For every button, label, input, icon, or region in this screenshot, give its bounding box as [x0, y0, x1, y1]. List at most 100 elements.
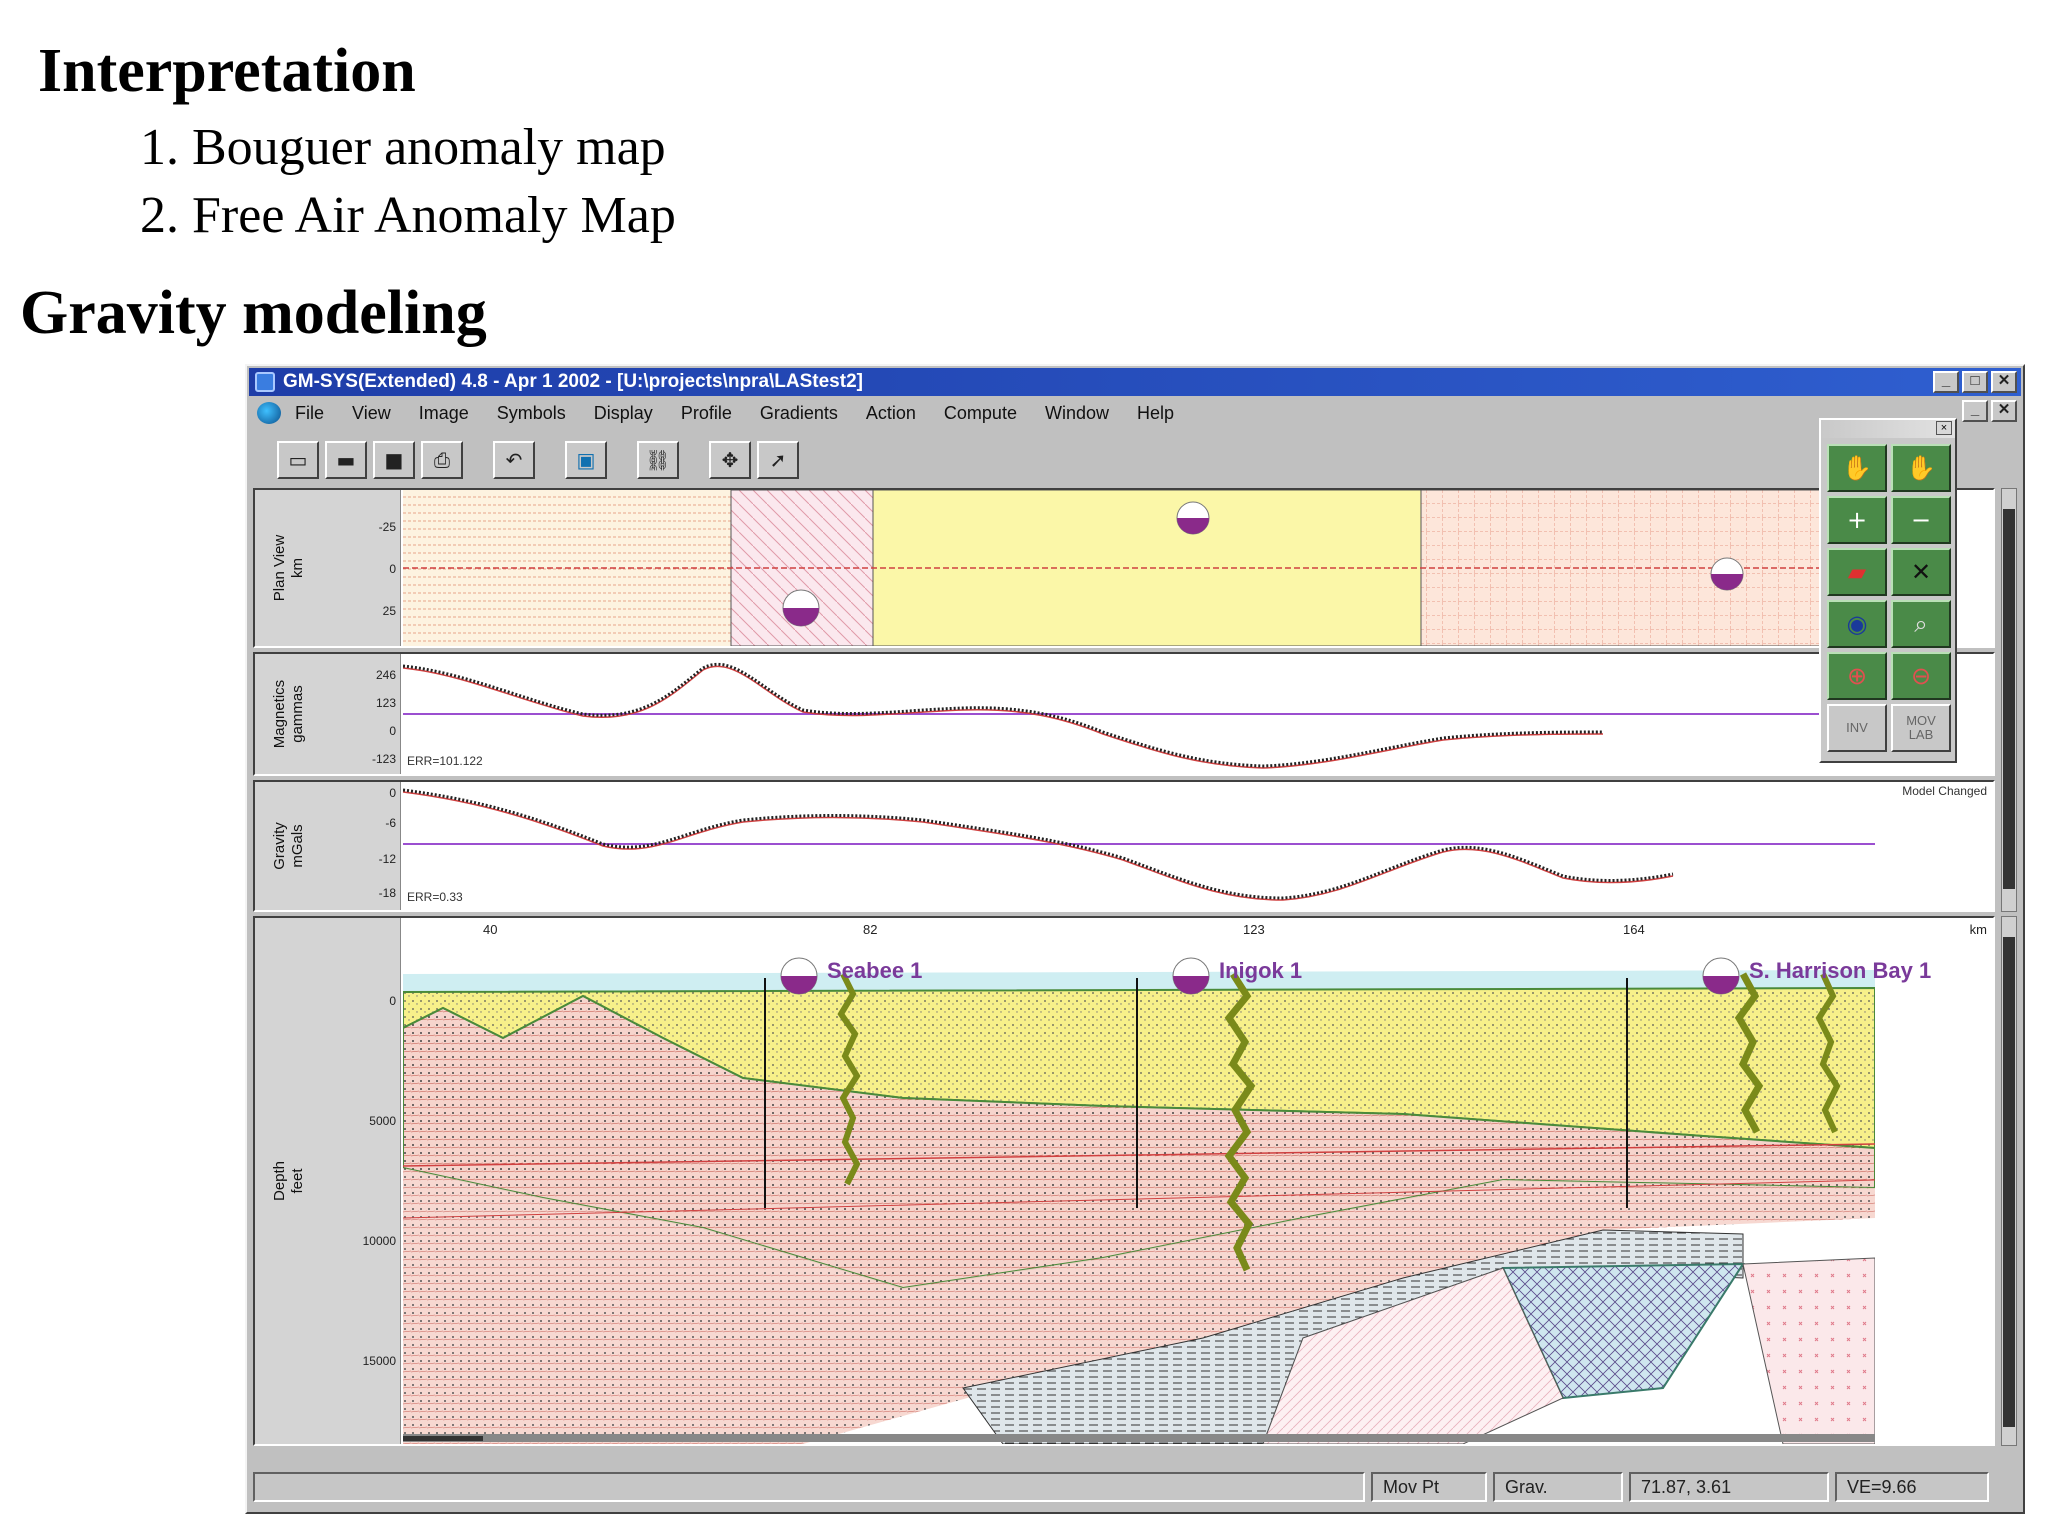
zoom-out-icon[interactable]: ⊖	[1891, 652, 1951, 700]
gravity-panel: Gravity mGals 0 -6 -12 -18 ERR=0.33 Model…	[253, 780, 1995, 912]
remove-point-icon[interactable]: −	[1891, 496, 1951, 544]
magnetics-plot[interactable]: ERR=101.122	[403, 654, 1993, 774]
tick-label: -123	[371, 752, 396, 766]
gravity-plot[interactable]: ERR=0.33 Model Changed	[403, 782, 1993, 910]
tool-palette: × ✋ ✋ + − ▰ ✕ ◉ ⌕ ⊕ ⊖ INV MOV LAB	[1819, 418, 1957, 763]
gravity-svg	[403, 788, 1875, 901]
toolbar: ▭ ▬ ■ ⎙ ↶ ▣ ⛓ ✥ ➚	[277, 440, 799, 480]
menu-view[interactable]: View	[352, 403, 391, 424]
link-icon[interactable]: ⛓	[637, 441, 679, 479]
undo-icon[interactable]: ↶	[493, 441, 535, 479]
menubar: File View Image Symbols Display Profile …	[249, 398, 2021, 428]
tick-label: 5000	[369, 1114, 396, 1128]
depth-section-plot[interactable]: 40 82 123 164 km Seabee 1 Inigok 1 S. Ha…	[403, 918, 1993, 1444]
menu-symbols[interactable]: Symbols	[497, 403, 566, 424]
upper-vertical-scrollbar[interactable]	[2001, 488, 2017, 912]
tick-label: 0	[389, 724, 396, 738]
menu-profile[interactable]: Profile	[681, 403, 732, 424]
menu-window[interactable]: Window	[1045, 403, 1109, 424]
zoom-icon[interactable]: ⌕	[1891, 600, 1951, 648]
hand-icon[interactable]: ✋	[1827, 444, 1887, 492]
hand-red-icon[interactable]: ✋	[1891, 444, 1951, 492]
plan-view-svg	[403, 490, 1876, 646]
fill-bucket-icon[interactable]: ▰	[1827, 548, 1887, 596]
zoom-in-icon[interactable]: ⊕	[1827, 652, 1887, 700]
tick-label: -12	[378, 852, 396, 866]
well-marker-harrison	[1710, 557, 1744, 591]
status-message	[253, 1472, 1365, 1502]
well-marker-inigok	[1176, 501, 1210, 535]
slide-list-item: 2. Free Air Anomaly Map	[140, 187, 676, 244]
inv-button[interactable]: INV	[1827, 704, 1887, 752]
well-label-seabee: Seabee 1	[827, 958, 923, 983]
magnetics-calculated-curve	[403, 665, 1604, 769]
move-icon[interactable]: ✥	[709, 441, 751, 479]
well-symbol-inigok	[1172, 957, 1210, 995]
slide-list-item: 1. Bouguer anomaly map	[140, 119, 666, 176]
magnetics-label: Magnetics gammas	[271, 679, 306, 749]
status-vertical-exaggeration: VE=9.66	[1835, 1472, 1989, 1502]
menu-help[interactable]: Help	[1137, 403, 1174, 424]
window-titlebar[interactable]: GM-SYS(Extended) 4.8 - Apr 1 2002 - [U:\…	[249, 368, 2021, 396]
lower-vertical-scrollbar[interactable]	[2001, 916, 2017, 1446]
disk-icon[interactable]: ▣	[565, 441, 607, 479]
depth-label: Depth feet	[271, 1160, 306, 1202]
gravity-error: ERR=0.33	[407, 890, 463, 904]
menu-compute[interactable]: Compute	[944, 403, 1017, 424]
palette-close-button[interactable]: ×	[1936, 421, 1952, 435]
tick-label: 10000	[362, 1234, 396, 1248]
tick-label: 15000	[362, 1354, 396, 1368]
menu-gradients[interactable]: Gradients	[760, 403, 838, 424]
document-icon[interactable]	[257, 402, 281, 424]
mdi-close-button[interactable]: ✕	[1991, 400, 2017, 422]
tick-label: 0	[389, 786, 396, 800]
tick-label: 25	[382, 604, 396, 618]
status-field: Grav.	[1493, 1472, 1623, 1502]
status-coordinates: 71.87, 3.61	[1629, 1472, 1829, 1502]
plan-view-plot[interactable]	[403, 490, 1993, 646]
tick-label: -6	[385, 816, 396, 830]
open-file-icon[interactable]: ▬	[325, 441, 367, 479]
new-file-icon[interactable]: ▭	[277, 441, 319, 479]
scrollbar-thumb[interactable]	[2003, 937, 2015, 1427]
gravity-axis: Gravity mGals 0 -6 -12 -18	[255, 782, 401, 910]
well-label-harrison: S. Harrison Bay 1	[1749, 958, 1932, 983]
delete-icon[interactable]: ✕	[1891, 548, 1951, 596]
maximize-button[interactable]: □	[1962, 371, 1988, 393]
gmsys-window: GM-SYS(Extended) 4.8 - Apr 1 2002 - [U:\…	[245, 364, 2025, 1514]
menu-image[interactable]: Image	[419, 403, 469, 424]
gravity-calculated-curve	[403, 791, 1674, 901]
tick-label: 123	[375, 696, 396, 710]
app-icon	[255, 372, 275, 392]
print-icon[interactable]: ⎙	[421, 441, 463, 479]
model-changed-note: Model Changed	[1902, 784, 1987, 798]
close-button[interactable]: ✕	[1991, 371, 2017, 393]
add-point-icon[interactable]: +	[1827, 496, 1887, 544]
status-bar: Mov Pt Grav. 71.87, 3.61 VE=9.66	[253, 1472, 2017, 1506]
magnetics-panel: Magnetics gammas 246 123 0 -123 ERR=101.1…	[253, 652, 1995, 776]
view-eye-icon[interactable]: ◉	[1827, 600, 1887, 648]
well-label-inigok: Inigok 1	[1219, 958, 1303, 983]
tick-label: -18	[378, 886, 396, 900]
gravity-label: Gravity mGals	[271, 822, 306, 870]
minimize-button[interactable]: _	[1933, 371, 1959, 393]
menu-action[interactable]: Action	[866, 403, 916, 424]
magnetics-svg	[403, 662, 1823, 769]
palette-titlebar[interactable]: ×	[1821, 420, 1955, 438]
mov-lab-button[interactable]: MOV LAB	[1891, 704, 1951, 752]
menu-display[interactable]: Display	[594, 403, 653, 424]
magnetics-observed-curve	[403, 662, 1604, 768]
tick-label: 246	[375, 668, 396, 682]
magnetics-axis: Magnetics gammas 246 123 0 -123	[255, 654, 401, 774]
depth-axis: Depth feet 0 5000 10000 15000	[255, 918, 401, 1444]
plan-view-label: Plan View km	[271, 534, 306, 602]
scrollbar-thumb[interactable]	[2003, 509, 2015, 889]
plan-view-axis: Plan View km -25 0 25	[255, 490, 401, 646]
status-mode: Mov Pt	[1371, 1472, 1487, 1502]
menu-file[interactable]: File	[295, 403, 324, 424]
window-title: GM-SYS(Extended) 4.8 - Apr 1 2002 - [U:\…	[283, 371, 863, 392]
save-icon[interactable]: ■	[373, 441, 415, 479]
well-symbol-harrison	[1702, 957, 1740, 995]
pointer-icon[interactable]: ➚	[757, 441, 799, 479]
mdi-minimize-button[interactable]: _	[1962, 400, 1988, 422]
